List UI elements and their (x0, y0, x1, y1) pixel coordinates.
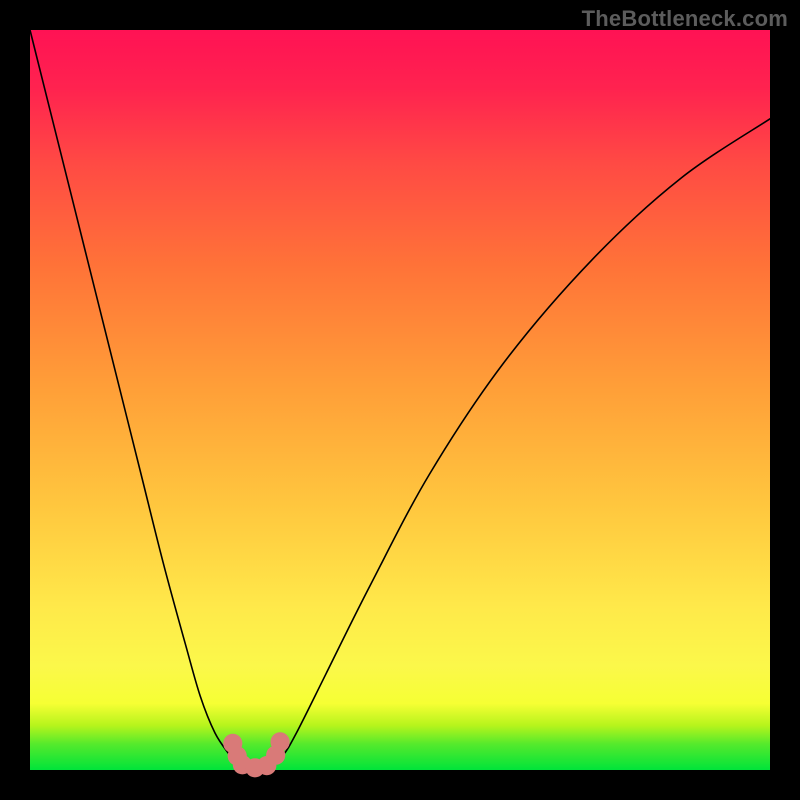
bottleneck-curve (30, 30, 770, 770)
chart-plot-area (30, 30, 770, 770)
curve-path (30, 30, 770, 771)
curve-markers (223, 732, 290, 777)
watermark-text: TheBottleneck.com (582, 6, 788, 32)
curve-marker (271, 732, 290, 751)
